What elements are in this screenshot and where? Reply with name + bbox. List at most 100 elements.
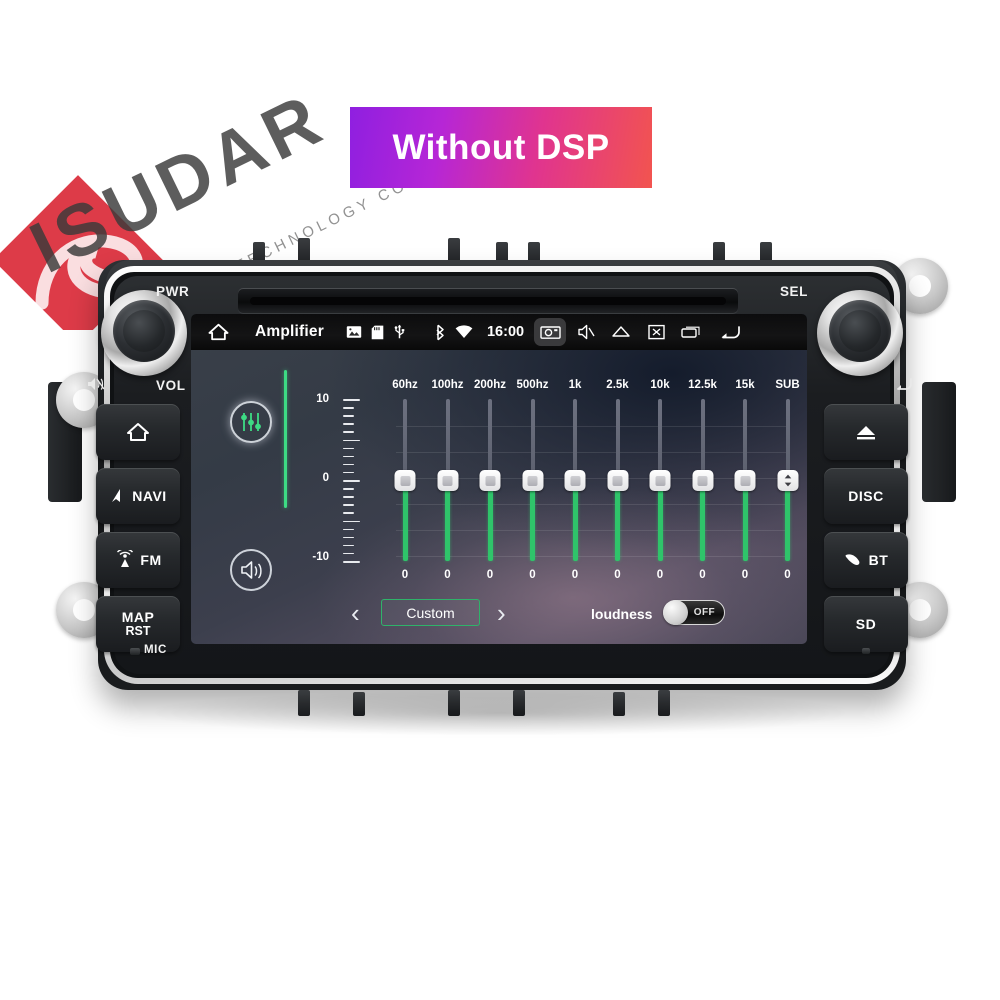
eject-icon[interactable] (606, 325, 636, 339)
back-arrow-icon (897, 378, 912, 390)
eq-band-value: 0 (614, 569, 621, 581)
eq-band-frequency-label: 500hz (516, 379, 549, 391)
home-button[interactable] (96, 404, 180, 460)
rst-label: RST (125, 624, 151, 639)
page-indicator-bar (284, 370, 287, 508)
mic-hole (130, 648, 140, 655)
mic-label: MIC (144, 644, 167, 656)
scale-tick (343, 480, 360, 482)
equalizer-tab-button[interactable] (230, 401, 272, 443)
scale-tick (343, 407, 354, 409)
scale-tick (343, 399, 360, 401)
map-label: MAP (121, 608, 155, 625)
scale-tick (343, 431, 354, 433)
gridline (396, 504, 786, 505)
eq-band-slider-thumb[interactable] (734, 470, 756, 491)
volume-tab-button[interactable] (230, 549, 272, 591)
eq-band-slider-thumb[interactable] (607, 470, 628, 491)
bt-button[interactable]: BT (824, 532, 908, 588)
scale-tick (343, 455, 354, 458)
scale-tick (343, 488, 354, 490)
eq-band-value: 0 (486, 569, 494, 581)
clock: 16:00 (486, 324, 525, 340)
eq-band-value: 0 (444, 569, 451, 581)
scale-tick (343, 536, 354, 539)
eq-band-value: 0 (699, 569, 706, 581)
disc-button[interactable]: DISC (824, 468, 908, 524)
statusbar-home-button[interactable] (197, 322, 239, 342)
speaker-volume-icon (240, 561, 262, 579)
radio-antenna-icon (117, 550, 134, 567)
close-x-icon[interactable] (641, 324, 671, 340)
app-title: Amplifier (255, 323, 324, 340)
navi-button[interactable]: NAVI (96, 468, 180, 524)
scale-label-mid: 0 (322, 472, 329, 484)
eq-band-slider-thumb[interactable] (649, 470, 671, 491)
map-rst-button[interactable]: MAP RST (96, 596, 180, 652)
scale-tick (343, 512, 354, 514)
select-tune-knob[interactable] (817, 290, 903, 376)
home-icon (208, 323, 228, 341)
loudness-state: OFF (693, 607, 715, 618)
navi-arrow-icon (112, 488, 121, 502)
car-stereo-head-unit: PWR VOL NAVI FM MAP RST MIC SEL DISC BT … (48, 238, 956, 716)
eq-band-value: 0 (784, 569, 791, 581)
eq-band-slider-thumb[interactable] (437, 470, 458, 491)
disc-label: DISC (848, 487, 884, 504)
eq-band-slider-thumb[interactable] (394, 470, 416, 491)
toggle-knob (663, 600, 688, 625)
eq-band-fill (487, 480, 493, 561)
recent-apps-icon[interactable] (676, 325, 706, 339)
eq-band-value: 0 (529, 569, 536, 581)
eq-band-frequency-label: 12.5k (688, 379, 717, 391)
eq-band-slider-thumb[interactable] (479, 470, 501, 491)
eq-band-slider-thumb[interactable] (564, 470, 586, 491)
back-arrow-icon[interactable] (712, 324, 748, 341)
eq-band-value: 0 (741, 569, 749, 581)
preset-display[interactable]: Custom (381, 599, 480, 626)
gridline (396, 556, 786, 557)
screenshot-camera-icon[interactable] (534, 318, 567, 346)
right-mount-bracket (922, 382, 956, 502)
eq-band-frequency-label: 10k (650, 379, 670, 391)
fm-button[interactable]: FM (96, 532, 180, 588)
eq-band-frequency-label: 15k (735, 379, 755, 391)
up-down-arrows-icon (784, 474, 791, 487)
drop-shadow (140, 690, 860, 736)
eq-band-value: 0 (571, 569, 579, 581)
touchscreen-display[interactable]: Amplifier 16:00 10 0 -10 60hz 0 100hz 0 … (191, 314, 807, 644)
eq-band-slider-thumb[interactable] (522, 470, 543, 491)
equalizer-sliders-icon (241, 413, 261, 431)
banner-label: Without DSP (392, 127, 610, 167)
eq-band-value: 0 (401, 569, 409, 581)
eq-band-frequency-label: 60hz (392, 379, 418, 391)
eject-icon (857, 426, 875, 440)
vol-label: VOL (156, 378, 186, 393)
mute-speaker-icon (88, 378, 105, 390)
cd-disc-slot[interactable] (238, 288, 738, 314)
home-icon (127, 423, 149, 441)
preset-prev-button[interactable]: ‹ (351, 600, 360, 626)
loudness-toggle[interactable]: OFF (663, 600, 725, 625)
gallery-image-icon (346, 325, 362, 339)
eq-band-frequency-label: SUB (775, 379, 800, 391)
sel-label: SEL (779, 284, 808, 299)
eq-band-fill (402, 480, 408, 561)
bt-label: BT (868, 551, 889, 568)
mute-speaker-icon[interactable] (571, 324, 601, 340)
eq-band-fill (742, 480, 748, 561)
scale-tick (343, 496, 354, 498)
eq-band-slider-thumb[interactable] (692, 470, 713, 491)
gridline (396, 452, 786, 453)
eq-band-slider-thumb[interactable] (777, 470, 798, 491)
power-volume-knob[interactable] (101, 290, 187, 376)
eject-button[interactable] (824, 404, 908, 460)
scale-tick (343, 415, 354, 417)
eq-band-frequency-label: 2.5k (606, 379, 629, 391)
preset-next-button[interactable]: › (497, 600, 506, 626)
usb-icon (393, 324, 406, 340)
phone-handset-icon (845, 553, 860, 565)
sd-button[interactable]: SD (824, 596, 908, 652)
without-dsp-banner: Without DSP (350, 107, 652, 188)
loudness-label: loudness (591, 606, 653, 622)
